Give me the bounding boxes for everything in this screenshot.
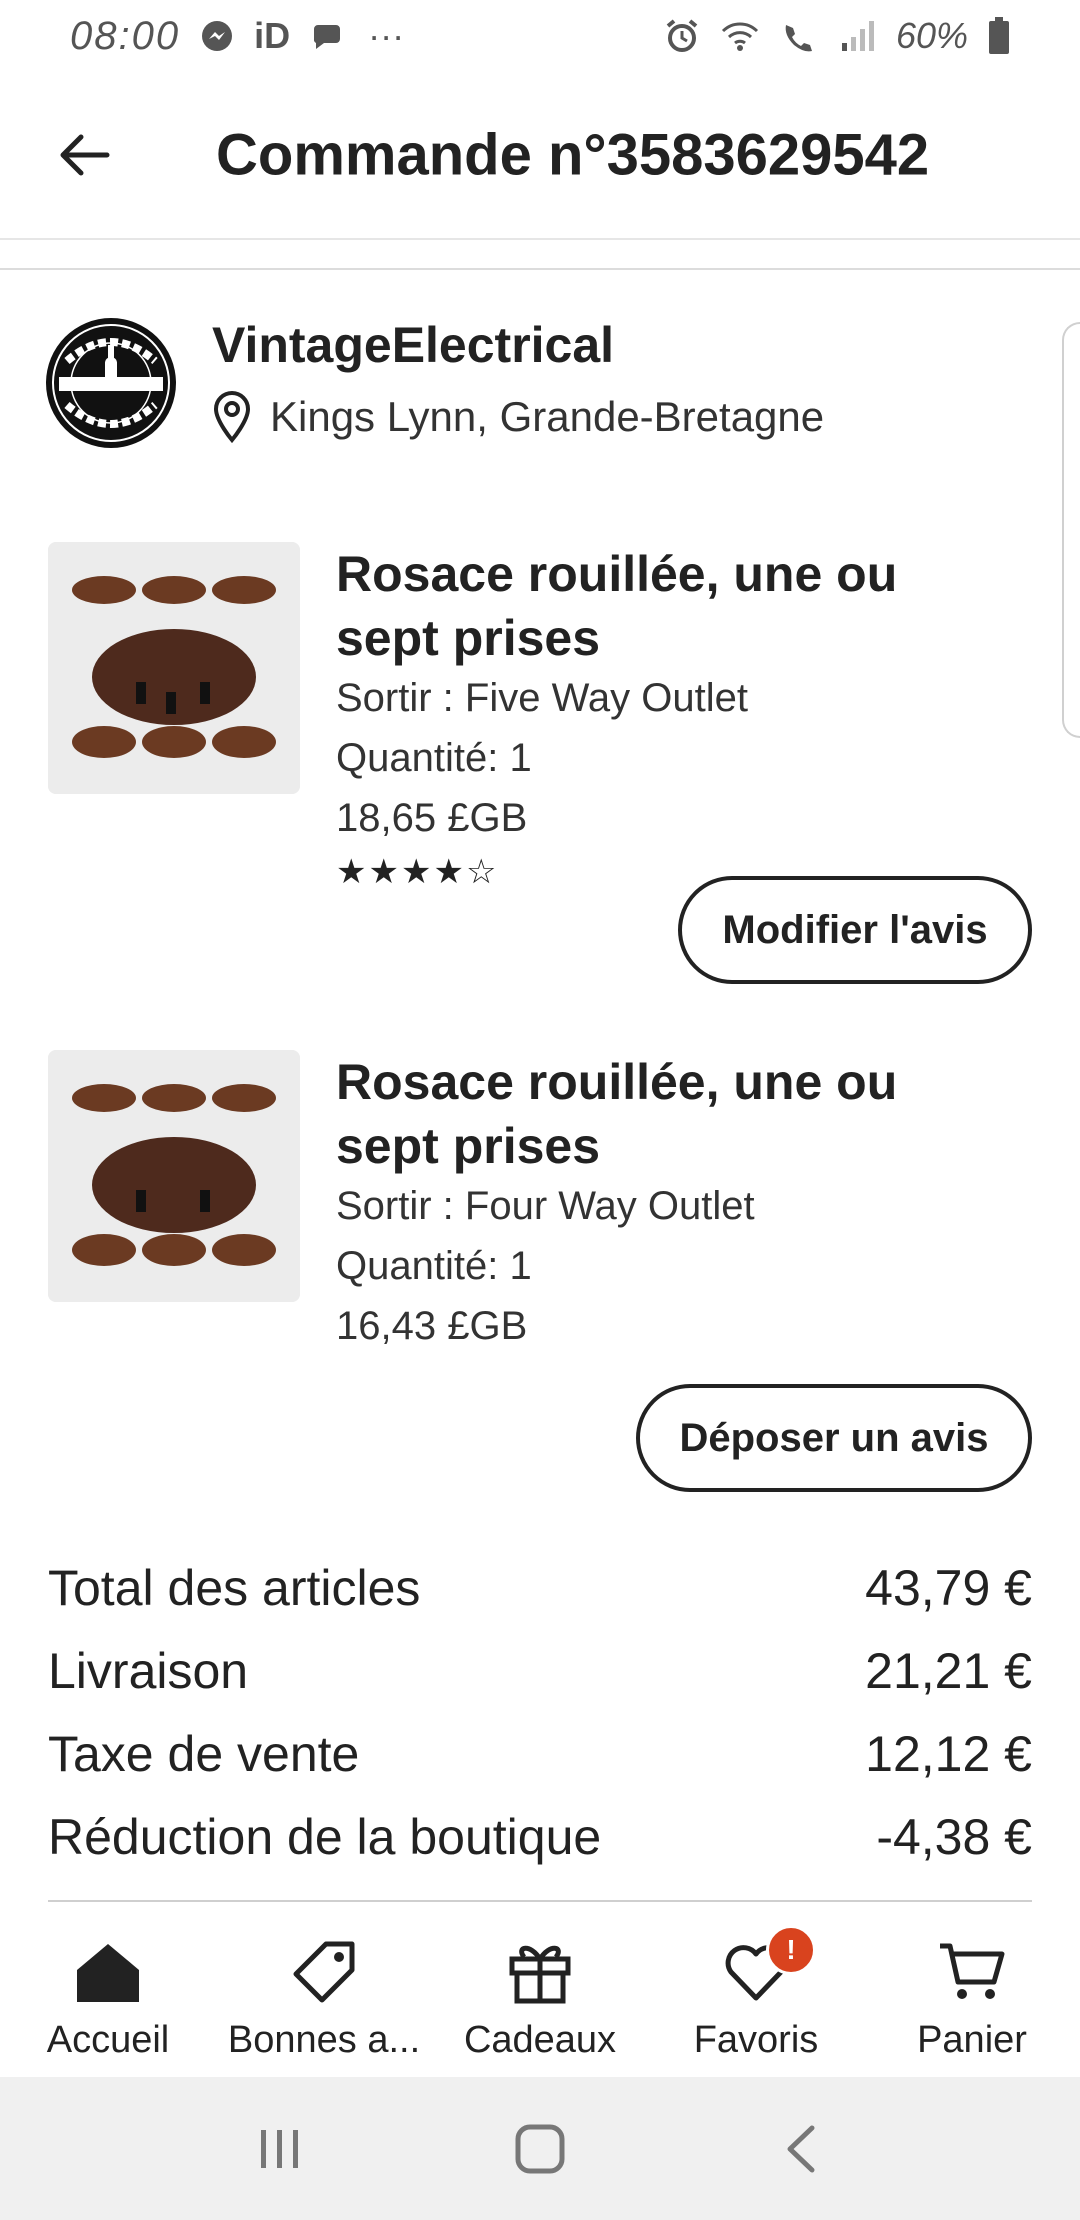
- star-filled-icon: ★: [368, 853, 401, 891]
- item-rating-stars: ★★★★☆: [336, 852, 498, 892]
- battery-level: 60%: [895, 15, 968, 56]
- totals-label: Livraison: [48, 1642, 249, 1699]
- back-button[interactable]: [50, 120, 120, 190]
- id-icon: iD: [254, 15, 291, 56]
- totals-value: 21,21 €: [865, 1642, 1032, 1699]
- star-empty-icon: ☆: [465, 853, 499, 891]
- totals-label: Taxe de vente: [48, 1725, 360, 1782]
- home-icon: [73, 1935, 143, 2009]
- totals-value: 12,12 €: [865, 1725, 1032, 1782]
- order-item: Rosace rouillée, une ou sept prises Sort…: [0, 542, 1080, 992]
- nav-item-deals[interactable]: Bonnes a...: [216, 1935, 432, 2062]
- status-bar: 08:00 iD ··· 60%: [0, 0, 1080, 72]
- item-title[interactable]: Rosace rouillée, une ou sept prises: [336, 542, 996, 670]
- status-time: 08:00: [70, 13, 181, 58]
- recent-apps-icon: [261, 2129, 298, 2168]
- write-review-button[interactable]: Déposer un avis: [636, 1384, 1032, 1492]
- home-square-icon: [515, 2124, 565, 2173]
- chevron-left-icon: [787, 2125, 815, 2172]
- edit-review-button[interactable]: Modifier l'avis: [678, 876, 1032, 984]
- totals-row: Livraison 21,21 €: [48, 1629, 1032, 1712]
- star-filled-icon: ★: [433, 853, 466, 891]
- more-dots-icon: ···: [368, 15, 405, 56]
- shop-name[interactable]: VintageElectrical: [212, 316, 614, 374]
- shop-logo[interactable]: [46, 318, 176, 448]
- item-thumbnail[interactable]: [48, 542, 300, 794]
- battery-icon: [988, 17, 1010, 55]
- item-variant: Sortir : Four Way Outlet: [336, 1184, 755, 1228]
- item-price: 18,65 £GB: [336, 796, 528, 840]
- alarm-icon: [664, 18, 700, 54]
- item-quantity: Quantité: 1: [336, 1244, 532, 1288]
- item-thumbnail[interactable]: [48, 1050, 300, 1302]
- wifi-icon: [720, 19, 760, 53]
- cart-icon: [938, 1935, 1006, 2009]
- totals-value: 43,79 €: [865, 1559, 1032, 1616]
- messenger-icon: [200, 19, 234, 53]
- location-pin-icon: [213, 390, 251, 444]
- order-totals: Total des articles 43,79 € Livraison 21,…: [48, 1546, 1032, 1878]
- totals-value: -4,38 €: [876, 1808, 1032, 1865]
- item-price: 16,43 £GB: [336, 1304, 528, 1348]
- nav-item-gifts[interactable]: Cadeaux: [432, 1935, 648, 2062]
- home-button[interactable]: [495, 2104, 585, 2194]
- gift-icon: [508, 1935, 572, 2009]
- chat-bubble-icon: [310, 19, 348, 53]
- totals-label: Réduction de la boutique: [48, 1808, 602, 1865]
- nav-label: Cadeaux: [463, 2019, 617, 2061]
- nav-item-favorites[interactable]: ! Favoris: [648, 1925, 864, 2062]
- totals-row: Taxe de vente 12,12 €: [48, 1712, 1032, 1795]
- totals-divider: [48, 1900, 1032, 1902]
- status-right: 60%: [664, 15, 1010, 57]
- totals-row: Total des articles 43,79 €: [48, 1546, 1032, 1629]
- system-nav-bar: [0, 2077, 1080, 2220]
- nav-label: Accueil: [46, 2019, 170, 2061]
- totals-label: Total des articles: [48, 1559, 421, 1616]
- bottom-nav: Accueil Bonnes a... Cadeaux ! Favoris Pa…: [0, 1905, 1080, 2077]
- item-title[interactable]: Rosace rouillée, une ou sept prises: [336, 1050, 996, 1178]
- shop-location: Kings Lynn, Grande-Bretagne: [212, 390, 824, 444]
- back-system-button[interactable]: [755, 2104, 845, 2194]
- notification-badge: !: [766, 1925, 816, 1975]
- item-variant: Sortir : Five Way Outlet: [336, 676, 748, 720]
- star-filled-icon: ★: [336, 853, 369, 891]
- nav-label: Bonnes a...: [227, 2019, 421, 2061]
- app-header: Commande n°3583629542: [0, 72, 1080, 240]
- item-quantity: Quantité: 1: [336, 736, 532, 780]
- header-divider: [0, 268, 1080, 270]
- status-left: 08:00 iD ···: [70, 14, 404, 59]
- nav-label: Favoris: [693, 2019, 819, 2061]
- tag-icon: [292, 1935, 356, 2009]
- recent-apps-button[interactable]: [235, 2104, 325, 2194]
- wifi-call-icon: [780, 19, 820, 53]
- shop-location-text: Kings Lynn, Grande-Bretagne: [270, 393, 825, 440]
- order-item: Rosace rouillée, une ou sept prises Sort…: [0, 1050, 1080, 1500]
- signal-icon: [840, 19, 876, 53]
- star-filled-icon: ★: [400, 853, 434, 891]
- page-title: Commande n°3583629542: [216, 122, 930, 188]
- nav-item-cart[interactable]: Panier: [864, 1935, 1080, 2062]
- nav-item-home[interactable]: Accueil: [0, 1935, 216, 2062]
- totals-row: Réduction de la boutique -4,38 €: [48, 1795, 1032, 1878]
- nav-label: Panier: [917, 2019, 1027, 2061]
- back-arrow-icon: [60, 134, 110, 176]
